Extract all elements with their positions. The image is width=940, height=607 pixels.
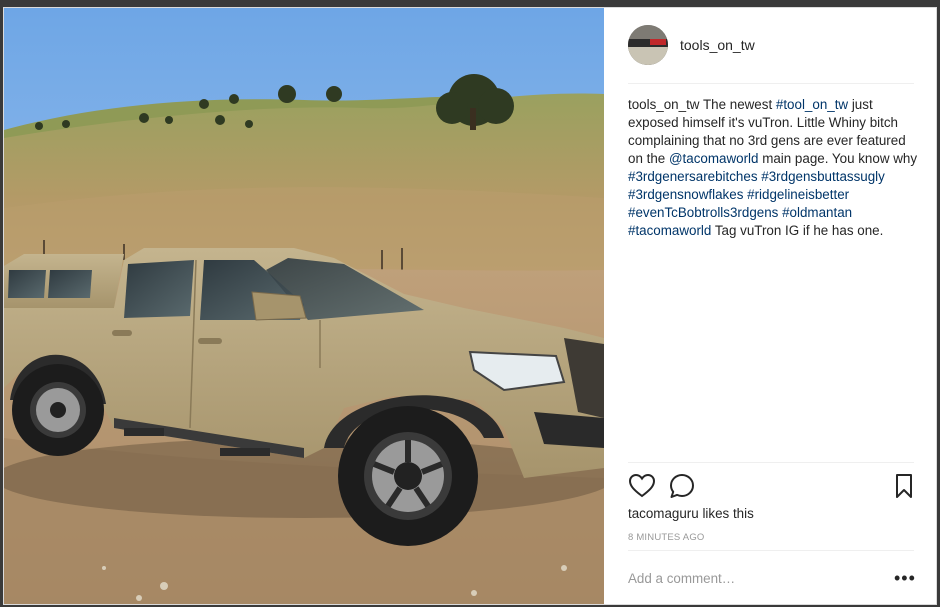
caption-text: The newest xyxy=(699,97,776,112)
avatar[interactable] xyxy=(628,25,668,65)
heart-icon[interactable] xyxy=(628,472,656,500)
caption-hashtag-link[interactable]: @tacomaworld xyxy=(669,151,759,166)
caption-hashtag-link[interactable]: #ridgelineisbetter xyxy=(747,187,849,202)
header-divider xyxy=(628,83,914,84)
caption-hashtag-link[interactable]: #3rdgensbuttassugly xyxy=(761,169,885,184)
actions-divider xyxy=(628,462,914,463)
post-timestamp[interactable]: 8 MINUTES AGO xyxy=(628,532,705,543)
caption-username[interactable]: tools_on_tw xyxy=(628,97,699,112)
caption-text: main page. You know why xyxy=(758,151,918,166)
comment-bubble-icon[interactable] xyxy=(668,472,696,500)
caption-hashtag-link[interactable]: #tool_on_tw xyxy=(776,97,848,112)
caption-text: Tag vuTron IG if he has one. xyxy=(711,223,884,238)
post-header: tools_on_tw xyxy=(604,8,936,84)
front-wheel xyxy=(338,406,478,546)
more-options-icon[interactable]: ••• xyxy=(894,569,918,587)
likes-suffix: likes this xyxy=(698,506,754,521)
liked-by-username[interactable]: tacomaguru xyxy=(628,506,699,521)
header-username[interactable]: tools_on_tw xyxy=(680,37,755,53)
photo-tan-pickup-truck xyxy=(4,8,604,604)
post-caption: tools_on_tw The newest #tool_on_tw just … xyxy=(628,96,920,240)
caption-hashtag-link[interactable]: #3rdgensnowflakes xyxy=(628,187,743,202)
likes-text: tacomaguru likes this xyxy=(628,506,754,521)
caption-hashtag-link[interactable]: #oldmantan xyxy=(782,205,852,220)
bookmark-icon[interactable] xyxy=(890,472,918,500)
rear-wheel xyxy=(12,364,104,456)
action-bar xyxy=(628,470,916,504)
comment-divider xyxy=(628,550,914,551)
caption-hashtag-link[interactable]: #tacomaworld xyxy=(628,223,711,238)
comment-input[interactable]: Add a comment… xyxy=(628,571,735,586)
post-sidebar: tools_on_tw tools_on_tw The newest #tool… xyxy=(604,8,936,604)
caption-hashtag-link[interactable]: #3rdgenersarebitches xyxy=(628,169,758,184)
avatar-image xyxy=(628,25,668,65)
caption-hashtag-link[interactable]: #evenTcBobtrolls3rdgens xyxy=(628,205,778,220)
post-photo[interactable] xyxy=(4,8,604,604)
instagram-post: tools_on_tw tools_on_tw The newest #tool… xyxy=(3,7,937,605)
